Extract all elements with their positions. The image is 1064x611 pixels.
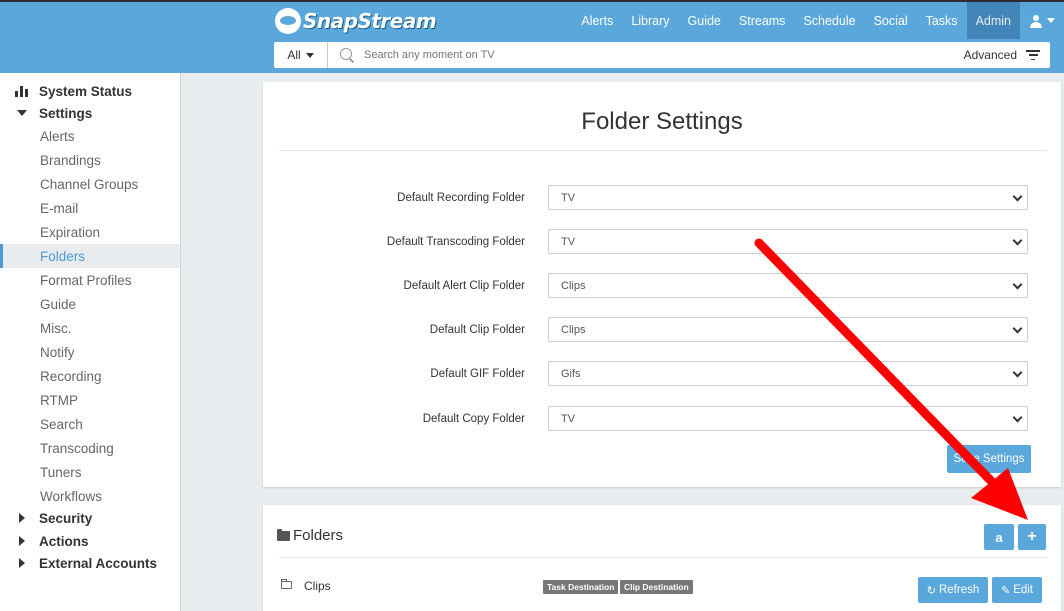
sidebar-item-folders[interactable]: Folders <box>0 244 180 268</box>
folders-panel: Folders a + Clips Task Destination Clip … <box>263 505 1061 611</box>
folder-icon <box>277 528 290 541</box>
sidebar-item-tuners[interactable]: Tuners <box>0 460 180 484</box>
sidebar-item-guide[interactable]: Guide <box>0 292 180 316</box>
sidebar-item-email[interactable]: E-mail <box>0 196 180 220</box>
nav-alerts[interactable]: Alerts <box>572 2 622 39</box>
chevron-down-icon <box>1012 191 1023 202</box>
add-amazon-folder-button[interactable]: a <box>984 524 1014 550</box>
edit-icon: ✎ <box>1000 584 1011 597</box>
save-settings-button[interactable]: Save Settings <box>947 445 1031 473</box>
sidebar-item-alerts[interactable]: Alerts <box>0 124 180 148</box>
nav-streams[interactable]: Streams <box>730 2 795 39</box>
add-folder-button[interactable]: + <box>1018 524 1046 550</box>
folder-settings-panel: Folder Settings Default Recording Folder… <box>263 82 1061 487</box>
chevron-down-icon <box>1012 279 1023 290</box>
form-row-clip-folder: Default Clip Folder Clips <box>263 317 1061 343</box>
form-row-copy-folder: Default Copy Folder TV <box>263 406 1061 432</box>
field-label: Default Clip Folder <box>429 324 525 336</box>
sidebar-item-external-accounts[interactable]: External Accounts <box>0 551 180 575</box>
filter-icon <box>1026 50 1040 60</box>
advanced-search-toggle[interactable]: Advanced <box>964 48 1050 62</box>
user-icon <box>1029 14 1042 28</box>
nav-schedule[interactable]: Schedule <box>794 2 864 39</box>
sidebar-item-brandings[interactable]: Brandings <box>0 148 180 172</box>
chevron-down-icon <box>1012 367 1023 378</box>
sidebar-item-rtmp[interactable]: RTMP <box>0 388 180 412</box>
refresh-icon: ↻ <box>926 584 936 597</box>
chevron-down-icon <box>1012 323 1023 334</box>
sidebar-item-recording[interactable]: Recording <box>0 364 180 388</box>
chevron-down-icon <box>1046 18 1055 23</box>
recording-folder-select[interactable]: TV <box>548 185 1028 210</box>
search-bar: All Advanced <box>274 42 1050 68</box>
sidebar-item-channel-groups[interactable]: Channel Groups <box>0 172 180 196</box>
search-scope-dropdown[interactable]: All <box>274 42 328 68</box>
nav-admin[interactable]: Admin <box>966 2 1020 39</box>
refresh-button[interactable]: ↻ Refresh <box>918 577 988 603</box>
status-badge: Clip Destination <box>620 580 693 594</box>
sidebar-item-search[interactable]: Search <box>0 412 180 436</box>
caret-right-icon <box>19 513 25 523</box>
sidebar-item-transcoding[interactable]: Transcoding <box>0 436 180 460</box>
admin-sidebar: System Status Settings Alerts Brandings … <box>0 73 181 611</box>
field-label: Default Transcoding Folder <box>386 236 525 248</box>
caret-right-icon <box>19 536 25 546</box>
search-scope-label: All <box>287 48 301 62</box>
form-row-transcoding-folder: Default Transcoding Folder TV <box>263 229 1061 255</box>
logo-icon <box>275 8 301 34</box>
search-input[interactable] <box>364 49 924 61</box>
folders-heading: Folders <box>277 527 343 544</box>
form-row-recording-folder: Default Recording Folder TV <box>263 185 1061 211</box>
sidebar-item-actions[interactable]: Actions <box>0 529 180 553</box>
divider <box>279 557 1046 558</box>
chevron-down-icon <box>1012 412 1023 423</box>
folder-open-icon <box>281 579 292 589</box>
advanced-label: Advanced <box>963 48 1017 62</box>
sidebar-item-format-profiles[interactable]: Format Profiles <box>0 268 180 292</box>
sidebar-item-security[interactable]: Security <box>0 506 180 530</box>
form-row-gif-folder: Default GIF Folder Gifs <box>263 361 1061 387</box>
nav-guide[interactable]: Guide <box>679 2 730 39</box>
bar-chart-icon <box>15 86 28 97</box>
field-label: Default GIF Folder <box>430 368 525 380</box>
caret-down-icon <box>17 110 27 116</box>
gif-folder-select[interactable]: Gifs <box>548 361 1028 386</box>
sidebar-item-settings[interactable]: Settings <box>0 101 180 125</box>
main-nav: Alerts Library Guide Streams Schedule So… <box>572 2 1064 39</box>
caret-right-icon <box>19 558 25 568</box>
status-badge: Task Destination <box>543 580 619 594</box>
sidebar-item-system-status[interactable]: System Status <box>0 79 180 103</box>
snapstream-logo[interactable]: SnapStream <box>275 8 437 34</box>
field-label: Default Copy Folder <box>422 413 525 425</box>
form-row-alert-clip-folder: Default Alert Clip Folder Clips <box>263 273 1061 299</box>
chevron-down-icon <box>1012 235 1023 246</box>
sidebar-item-notify[interactable]: Notify <box>0 340 180 364</box>
sidebar-item-misc[interactable]: Misc. <box>0 316 180 340</box>
sidebar-item-workflows[interactable]: Workflows <box>0 484 180 508</box>
alert-clip-folder-select[interactable]: Clips <box>548 273 1028 298</box>
sidebar-item-expiration[interactable]: Expiration <box>0 220 180 244</box>
nav-social[interactable]: Social <box>865 2 917 39</box>
copy-folder-select[interactable]: TV <box>548 406 1028 431</box>
chevron-down-icon <box>305 52 314 58</box>
nav-tasks[interactable]: Tasks <box>917 2 967 39</box>
logo-text: SnapStream <box>303 9 437 33</box>
folder-name: Clips <box>304 579 331 593</box>
clip-folder-select[interactable]: Clips <box>548 317 1028 342</box>
field-label: Default Alert Clip Folder <box>403 280 525 292</box>
transcoding-folder-select[interactable]: TV <box>548 229 1028 254</box>
nav-library[interactable]: Library <box>622 2 678 39</box>
field-label: Default Recording Folder <box>397 192 525 204</box>
user-menu[interactable] <box>1020 2 1064 39</box>
page-title: Folder Settings <box>581 108 743 135</box>
edit-button[interactable]: ✎ Edit <box>992 577 1042 603</box>
top-navbar: SnapStream Alerts Library Guide Streams … <box>0 0 1064 73</box>
divider <box>279 150 1046 151</box>
search-icon <box>340 48 354 62</box>
